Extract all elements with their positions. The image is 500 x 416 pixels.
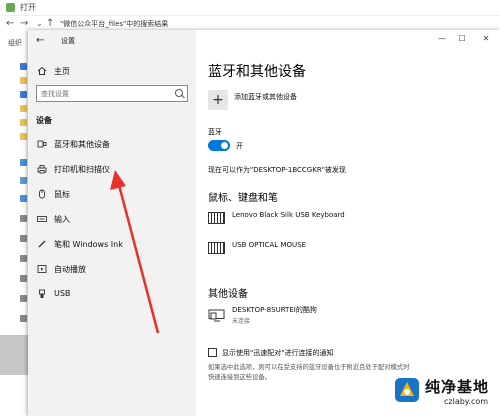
back-button[interactable]: ← [36, 35, 44, 46]
sidebar-item-bluetooth[interactable]: 蓝牙和其他设备 [28, 135, 196, 155]
toggle-knob [221, 142, 228, 149]
page-title: 蓝牙和其他设备 [208, 64, 306, 80]
watermark-logo [395, 378, 419, 402]
cloud-icon [20, 159, 27, 166]
background-dialog-title: 打开 [20, 3, 36, 12]
printer-icon [37, 164, 47, 174]
drive-icon [20, 235, 27, 242]
bluetooth-toggle[interactable] [208, 140, 230, 151]
swift-pair-description: 如果选中此选项，则可以在受支持的蓝牙设备位于附近且处于配对模式时快速连接到这些设… [208, 364, 410, 381]
device-name: DESKTOP-8SURTEI的酷狗 [232, 306, 317, 314]
drive-icon [20, 215, 27, 222]
settings-sidebar: ← 设置 主页 设备 蓝牙和其他设备 打印机和扫描仪 [28, 30, 196, 416]
plus-icon: + [212, 92, 224, 108]
section-heading: 设备 [36, 116, 52, 125]
settings-window: ← 设置 主页 设备 蓝牙和其他设备 打印机和扫描仪 [28, 30, 500, 416]
folder-icon [20, 195, 27, 202]
background-dialog-titlebar: 打开 [0, 0, 500, 16]
drive-icon [20, 275, 27, 282]
sidebar-item-label: 主页 [54, 67, 70, 76]
drive-icon [20, 295, 27, 302]
swift-pair-label[interactable]: 显示使用"迅速配对"进行连接的通知 [222, 348, 333, 358]
keyboard-icon [37, 214, 47, 224]
search-input[interactable] [37, 86, 169, 101]
home-icon [37, 66, 47, 76]
device-item[interactable]: DESKTOP-8SURTEI的酷狗 未连接 [208, 305, 488, 327]
folder-icon [20, 105, 27, 112]
sidebar-item-home[interactable]: 主页 [28, 62, 196, 82]
chevron-down-icon[interactable]: ⌄ [36, 19, 43, 28]
sidebar-item-usb[interactable]: USB [28, 285, 196, 305]
sidebar-item-label: USB [54, 289, 71, 298]
search-icon[interactable] [175, 89, 183, 97]
bluetooth-label: 蓝牙 [208, 128, 222, 136]
organize-menu[interactable]: 组织 [8, 38, 22, 48]
pen-icon [37, 239, 47, 249]
swift-pair-checkbox[interactable] [208, 348, 217, 357]
bluetooth-state-label: 开 [236, 142, 243, 150]
display-icon [208, 307, 225, 322]
app-icon [6, 3, 15, 12]
mouse-icon [37, 189, 47, 199]
sidebar-item-printers[interactable]: 打印机和扫描仪 [28, 160, 196, 180]
bluetooth-icon [37, 139, 47, 149]
device-name: USB OPTICAL MOUSE [232, 241, 307, 249]
mouse-keyboard-pen-heading: 鼠标、键盘和笔 [208, 193, 278, 204]
window-title: 设置 [61, 37, 75, 45]
back-arrow-icon[interactable]: ← [6, 18, 14, 29]
sidebar-item-mouse[interactable]: 鼠标 [28, 185, 196, 205]
device-item[interactable]: USB OPTICAL MOUSE [208, 241, 488, 263]
main-content: 蓝牙和其他设备 + 添加蓝牙或其他设备 蓝牙 开 现在可以作为"DESKTOP-… [196, 30, 500, 416]
watermark-url: czlaby.com [444, 397, 489, 406]
add-device-button[interactable]: + [208, 90, 228, 110]
breadcrumb[interactable]: "微信公众平台_files"中的搜索结果 [60, 19, 168, 29]
autoplay-icon [37, 264, 47, 274]
watermark: 纯净基地 czlaby.com [392, 373, 500, 416]
watermark-title: 纯净基地 [425, 378, 490, 396]
device-item[interactable]: Lenovo Black Silk USB Keyboard [208, 211, 488, 233]
device-name: Lenovo Black Silk USB Keyboard [232, 211, 345, 219]
folder-icon [20, 77, 27, 84]
other-devices-heading: 其他设备 [208, 289, 248, 300]
folder-icon [20, 133, 27, 140]
keyboard-icon [208, 212, 225, 224]
pc-icon [20, 177, 27, 184]
folder-icon [20, 119, 27, 126]
search-field[interactable] [36, 85, 188, 102]
drive-icon [20, 255, 27, 262]
pin-icon [20, 91, 27, 98]
add-device-label[interactable]: 添加蓝牙或其他设备 [234, 92, 297, 102]
device-status: 未连接 [232, 318, 251, 325]
usb-icon [37, 289, 47, 299]
background-scroll-area [0, 335, 28, 375]
sidebar-item-label: 自动播放 [54, 265, 86, 274]
sidebar-item-typing[interactable]: 输入 [28, 210, 196, 230]
sidebar-item-autoplay[interactable]: 自动播放 [28, 260, 196, 280]
forward-arrow-icon[interactable]: → [20, 18, 28, 29]
discoverable-text: 现在可以作为"DESKTOP-1BCCGKR"被发现 [208, 166, 346, 174]
sidebar-item-pen[interactable]: 笔和 Windows Ink [28, 235, 196, 255]
sidebar-item-label: 鼠标 [54, 190, 70, 199]
pin-icon [20, 63, 27, 70]
drive-icon [20, 315, 27, 322]
up-arrow-icon[interactable]: ↑ [46, 18, 54, 29]
sidebar-item-label: 蓝牙和其他设备 [54, 140, 110, 149]
sidebar-item-label: 打印机和扫描仪 [54, 165, 110, 174]
background-sidebar [0, 55, 28, 355]
keyboard-icon [208, 242, 225, 254]
sidebar-item-label: 笔和 Windows Ink [54, 240, 123, 249]
sidebar-item-label: 输入 [54, 215, 70, 224]
